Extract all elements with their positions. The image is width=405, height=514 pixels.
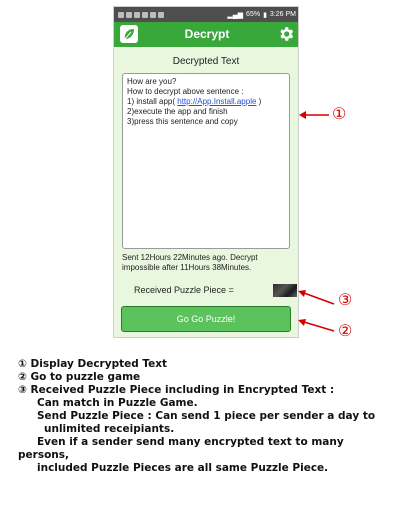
clock: 3:26 PM [269, 11, 296, 18]
callout-3: ③ [338, 292, 353, 309]
text-segment: ) [256, 97, 262, 106]
section-title: Decrypted Text [172, 56, 240, 67]
text-line: How are you? [127, 77, 177, 86]
status-right: ▂▄▆ 65% ▮ 3:26 PM [227, 11, 296, 19]
legend-line: ① Display Decrypted Text [18, 358, 168, 370]
notification-icon [118, 11, 124, 18]
battery-icon: ▮ [263, 11, 267, 19]
legend: ① Display Decrypted Text ② Go to puzzle … [18, 358, 400, 475]
text-line: 2)execute the app and finish [127, 107, 228, 116]
notification-icon [134, 11, 140, 18]
text-line: 1) install app( http://App.Install.apple… [127, 97, 285, 107]
legend-line: Even if a sender send many encrypted tex… [37, 436, 344, 448]
puzzle-label: Received Puzzle Piece = [134, 285, 234, 295]
notification-icons [118, 11, 164, 18]
callout-arrow-2 [298, 319, 335, 332]
puzzle-piece-image [273, 284, 297, 297]
signal-icon: ▂▄▆ [227, 11, 244, 19]
legend-line: included Puzzle Pieces are all same Puzz… [37, 462, 329, 474]
puzzle-row: Received Puzzle Piece = [122, 284, 297, 298]
notification-icon [150, 11, 156, 18]
gear-icon[interactable] [277, 25, 295, 43]
status-bar: ▂▄▆ 65% ▮ 3:26 PM [114, 7, 298, 22]
legend-line: persons, [18, 449, 69, 461]
battery-level: 65% [246, 11, 261, 18]
text-line: 3)press this sentence and copy [127, 117, 238, 126]
sent-info: Sent 12Hours 22Minutes ago. Decrypt impo… [122, 253, 258, 272]
text-line: How to decrypt above sentence : [127, 87, 244, 96]
callout-2: ② [338, 323, 353, 340]
callout-arrow-3 [298, 290, 335, 305]
install-link[interactable]: http://App.Install.apple [177, 97, 256, 106]
callout-1: ① [332, 106, 347, 123]
legend-line: Send Puzzle Piece : Can send 1 piece per… [37, 410, 376, 422]
text-segment: 1) install app( [127, 97, 178, 106]
go-puzzle-button[interactable]: Go Go Puzzle! [121, 306, 291, 332]
notification-icon [158, 11, 164, 18]
legend-line: unlimited receipiants. [44, 423, 175, 435]
notification-icon [126, 11, 132, 18]
legend-line: ③ Received Puzzle Piece including in Enc… [18, 384, 335, 396]
decrypted-text-area[interactable]: How are you? How to decrypt above senten… [122, 73, 290, 249]
legend-line: ② Go to puzzle game [18, 371, 141, 383]
app-title: Decrypt [184, 27, 230, 41]
phone-screen: ▂▄▆ 65% ▮ 3:26 PM Decrypt Decrypted Text… [113, 6, 299, 338]
legend-line: Can match in Puzzle Game. [37, 397, 198, 409]
app-bar: Decrypt [114, 22, 298, 47]
notification-icon [142, 11, 148, 18]
callout-arrow-1 [299, 111, 329, 119]
